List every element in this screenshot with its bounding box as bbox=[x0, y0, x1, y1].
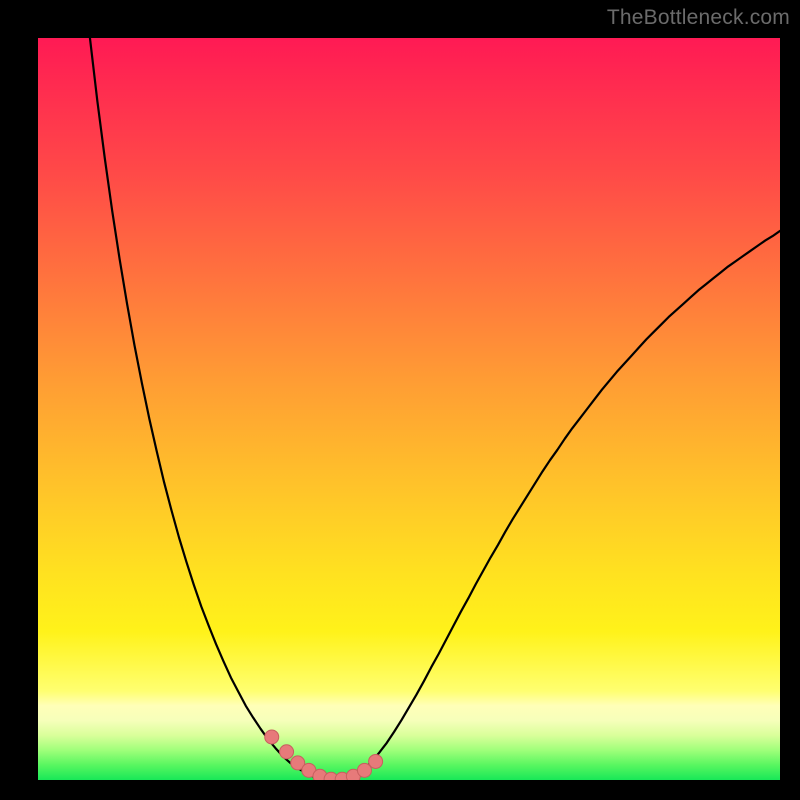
curve-marker bbox=[280, 745, 294, 759]
curve-overlay bbox=[38, 38, 780, 780]
watermark-text: TheBottleneck.com bbox=[607, 6, 790, 30]
bottleneck-curve bbox=[90, 38, 780, 780]
curve-marker bbox=[369, 754, 383, 768]
chart-frame: TheBottleneck.com bbox=[0, 0, 800, 800]
curve-markers bbox=[265, 730, 383, 780]
curve-marker bbox=[265, 730, 279, 744]
gradient-plot-area bbox=[38, 38, 780, 780]
